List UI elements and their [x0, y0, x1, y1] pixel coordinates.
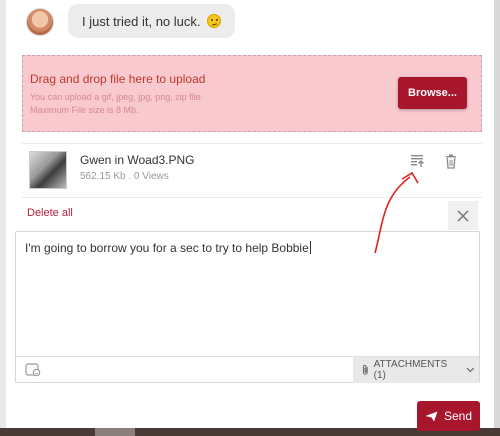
scrollbar-track[interactable] — [494, 0, 500, 436]
composer-text-content: I'm going to borrow you for a sec to try… — [25, 241, 309, 255]
send-icon — [425, 411, 438, 421]
message-text: I just tried it, no luck. — [82, 13, 201, 29]
message-bubble: I just tried it, no luck. — [68, 4, 235, 38]
delete-all-link[interactable]: Delete all — [27, 207, 73, 219]
attachments-label: ATTACHMENTS (1) — [373, 359, 448, 381]
divider — [22, 143, 482, 144]
emoji-picker-icon[interactable] — [25, 363, 41, 377]
close-button[interactable] — [448, 201, 478, 230]
attachment-thumbnail[interactable] — [29, 151, 67, 189]
close-icon — [457, 209, 469, 222]
send-label: Send — [443, 409, 473, 423]
send-button[interactable]: Send — [417, 401, 480, 431]
composer-text[interactable]: I'm going to borrow you for a sec to try… — [25, 241, 311, 255]
dropzone-allowed-types: You can upload a gif, jpeg, jpg, png, zi… — [30, 92, 204, 102]
chevron-down-icon — [466, 367, 475, 373]
annotation-arrow — [374, 171, 419, 254]
dropzone-title: Drag and drop file here to upload — [30, 72, 206, 86]
avatar — [26, 8, 54, 36]
attachment-meta: 562.15 Kb . 0 Views — [80, 171, 169, 182]
confused-face-icon — [206, 14, 221, 28]
attachment-file-name: Gwen in Woad3.PNG — [80, 153, 195, 167]
text-cursor — [309, 241, 311, 254]
file-dropzone[interactable]: Drag and drop file here to upload You ca… — [22, 55, 482, 132]
attachments-button[interactable]: ATTACHMENTS (1) — [353, 357, 479, 383]
composer-footer: ATTACHMENTS (1) — [16, 356, 479, 383]
dropzone-max-size: Maximum File size is 8 Mb. — [30, 105, 139, 115]
browse-button[interactable]: Browse... — [398, 77, 467, 109]
paperclip-icon — [362, 364, 368, 375]
